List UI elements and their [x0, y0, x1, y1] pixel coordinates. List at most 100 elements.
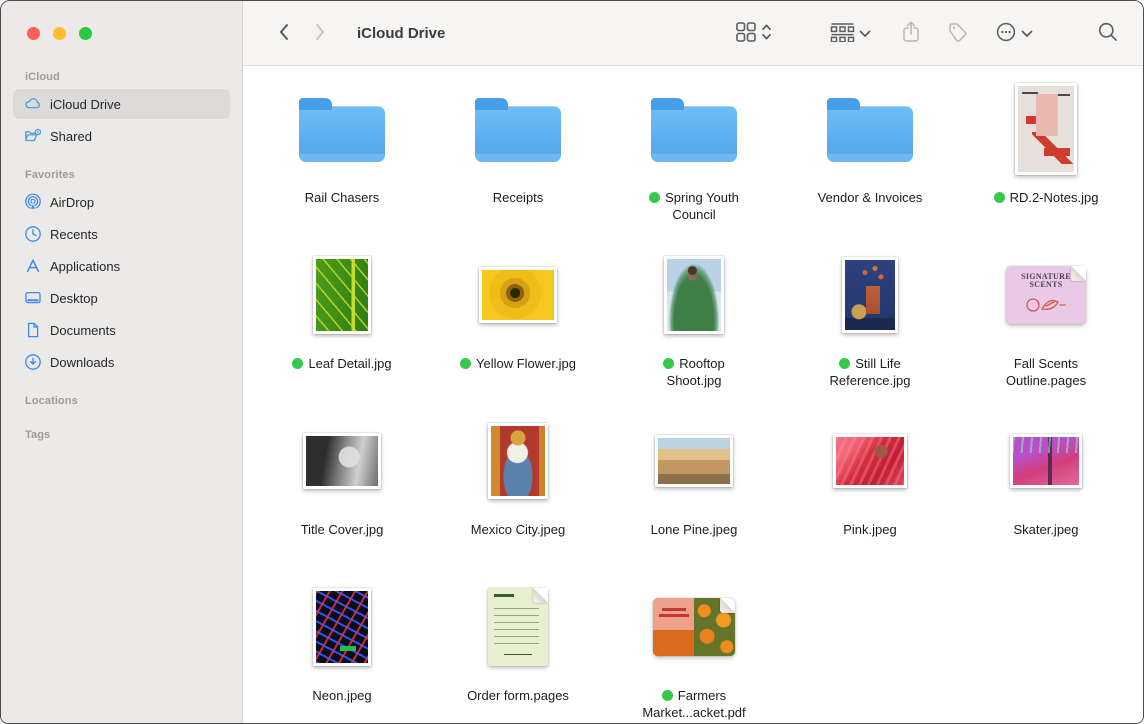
- sidebar-item-label: Desktop: [50, 291, 98, 306]
- grid-view-icon: [735, 21, 757, 46]
- file-item-receipts[interactable]: Receipts: [430, 78, 606, 244]
- close-button[interactable]: [27, 27, 40, 40]
- sidebar-item-recents[interactable]: Recents: [13, 219, 230, 249]
- icloud-synced-dot: [663, 358, 674, 369]
- folded-corner: [1071, 266, 1086, 281]
- sidebar-item-documents[interactable]: Documents: [13, 315, 230, 345]
- toolbar: iCloud Drive: [243, 1, 1143, 66]
- file-thumbnail: [430, 410, 606, 512]
- share-icon: [901, 20, 921, 47]
- file-item-lone-pine-jpeg[interactable]: Lone Pine.jpeg: [606, 410, 782, 576]
- file-item-farmers-market-acket-pdf[interactable]: Farmers Market...acket.pdf: [606, 576, 782, 723]
- minimize-button[interactable]: [53, 27, 66, 40]
- folder-icon: [254, 78, 430, 180]
- file-label: Order form.pages: [467, 687, 569, 704]
- chevron-right-icon: [314, 22, 327, 45]
- file-item-order-form-pages[interactable]: Order form.pages: [430, 576, 606, 723]
- file-item-rooftop-shoot-jpg[interactable]: Rooftop Shoot.jpg: [606, 244, 782, 410]
- sidebar: iCloud iCloud Drive Shared Favorites AirDrop…: [1, 1, 243, 723]
- sidebar-item-label: Applications: [50, 259, 120, 274]
- file-item-rd-2-notes-jpg[interactable]: RD.2-Notes.jpg: [958, 78, 1134, 244]
- file-item-title-cover-jpg[interactable]: Title Cover.jpg: [254, 410, 430, 576]
- chevron-up-down-icon: [761, 22, 772, 45]
- file-thumbnail: [254, 244, 430, 346]
- file-item-spring-youth-council[interactable]: Spring Youth Council: [606, 78, 782, 244]
- icloud-synced-dot: [662, 690, 673, 701]
- file-label: Vendor & Invoices: [818, 189, 923, 206]
- sidebar-item-label: Recents: [50, 227, 98, 242]
- file-item-fall-scents-outline-pages[interactable]: SIGNATURE SCENTS Fall Scents Outline.page…: [958, 244, 1134, 410]
- file-thumbnail: [782, 244, 958, 346]
- file-item-rail-chasers[interactable]: Rail Chasers: [254, 78, 430, 244]
- sidebar-section-title-icloud: iCloud: [1, 71, 242, 87]
- file-item-still-life-reference-jpg[interactable]: Still Life Reference.jpg: [782, 244, 958, 410]
- sidebar-item-label: Documents: [50, 323, 116, 338]
- file-item-leaf-detail-jpg[interactable]: Leaf Detail.jpg: [254, 244, 430, 410]
- file-label: Rooftop Shoot.jpg: [634, 355, 754, 389]
- sidebar-item-downloads[interactable]: Downloads: [13, 347, 230, 377]
- sidebar-item-label: AirDrop: [50, 195, 94, 210]
- sidebar-item-shared[interactable]: Shared: [13, 121, 230, 151]
- document-icon: [23, 320, 43, 340]
- file-thumbnail: [606, 576, 782, 678]
- file-item-skater-jpeg[interactable]: Skater.jpeg: [958, 410, 1134, 576]
- file-thumbnail: [254, 576, 430, 678]
- file-label: Yellow Flower.jpg: [460, 355, 576, 372]
- sidebar-item-airdrop[interactable]: AirDrop: [13, 187, 230, 217]
- sidebar-item-label: iCloud Drive: [50, 97, 121, 112]
- share-button[interactable]: [895, 16, 927, 51]
- sidebar-item-applications[interactable]: Applications: [13, 251, 230, 281]
- sidebar-section-title-locations: Locations: [1, 395, 242, 411]
- file-label: Title Cover.jpg: [301, 521, 384, 538]
- finder-window: iCloud iCloud Drive Shared Favorites AirDrop…: [0, 0, 1144, 724]
- file-item-vendor-invoices[interactable]: Vendor & Invoices: [782, 78, 958, 244]
- file-thumbnail: [430, 576, 606, 678]
- file-item-mexico-city-jpeg[interactable]: Mexico City.jpeg: [430, 410, 606, 576]
- more-actions-button[interactable]: [989, 17, 1039, 50]
- cloud-icon: [23, 94, 43, 114]
- folded-corner: [533, 588, 548, 603]
- back-button[interactable]: [269, 18, 298, 49]
- download-circle-icon: [23, 352, 43, 372]
- file-label: Receipts: [493, 189, 544, 206]
- file-label: Still Life Reference.jpg: [810, 355, 930, 389]
- window-title: iCloud Drive: [357, 25, 445, 42]
- group-icon: [830, 22, 855, 45]
- sidebar-item-label: Shared: [50, 129, 92, 144]
- file-item-yellow-flower-jpg[interactable]: Yellow Flower.jpg: [430, 244, 606, 410]
- file-grid: Rail Chasers Receipts Spring Youth Council…: [254, 78, 1133, 723]
- file-label: Skater.jpeg: [1013, 521, 1078, 538]
- view-options-button[interactable]: [729, 17, 778, 50]
- group-by-button[interactable]: [824, 18, 877, 49]
- ellipsis-circle-icon: [995, 21, 1017, 46]
- file-browser: Rail Chasers Receipts Spring Youth Council…: [243, 66, 1143, 723]
- airdrop-icon: [23, 192, 43, 212]
- desktop-icon: [23, 288, 43, 308]
- file-label: Mexico City.jpeg: [471, 521, 565, 538]
- sidebar-item-desktop[interactable]: Desktop: [13, 283, 230, 313]
- file-thumbnail: [958, 410, 1134, 512]
- file-label: Neon.jpeg: [312, 687, 371, 704]
- main-pane: iCloud Drive: [243, 1, 1143, 723]
- search-button[interactable]: [1091, 17, 1125, 50]
- zoom-button[interactable]: [79, 27, 92, 40]
- file-item-pink-jpeg[interactable]: Pink.jpeg: [782, 410, 958, 576]
- sidebar-section-title-favorites: Favorites: [1, 169, 242, 185]
- file-label: Farmers Market...acket.pdf: [634, 687, 754, 721]
- forward-button[interactable]: [306, 18, 335, 49]
- file-label: Fall Scents Outline.pages: [986, 355, 1106, 389]
- icloud-synced-dot: [460, 358, 471, 369]
- sidebar-item-icloud-drive[interactable]: iCloud Drive: [13, 89, 230, 119]
- tags-button[interactable]: [941, 17, 975, 50]
- sidebar-sections: iCloud iCloud Drive Shared Favorites AirDrop…: [1, 71, 242, 445]
- folder-icon: [430, 78, 606, 180]
- file-thumbnail: [606, 244, 782, 346]
- file-thumbnail: SIGNATURE SCENTS: [958, 244, 1134, 346]
- applications-a-icon: [23, 256, 43, 276]
- shared-folder-icon: [23, 126, 43, 146]
- icloud-synced-dot: [839, 358, 850, 369]
- chevron-down-icon: [1021, 26, 1033, 41]
- file-item-neon-jpeg[interactable]: Neon.jpeg: [254, 576, 430, 723]
- file-label: Lone Pine.jpeg: [651, 521, 738, 538]
- window-controls: [1, 1, 242, 53]
